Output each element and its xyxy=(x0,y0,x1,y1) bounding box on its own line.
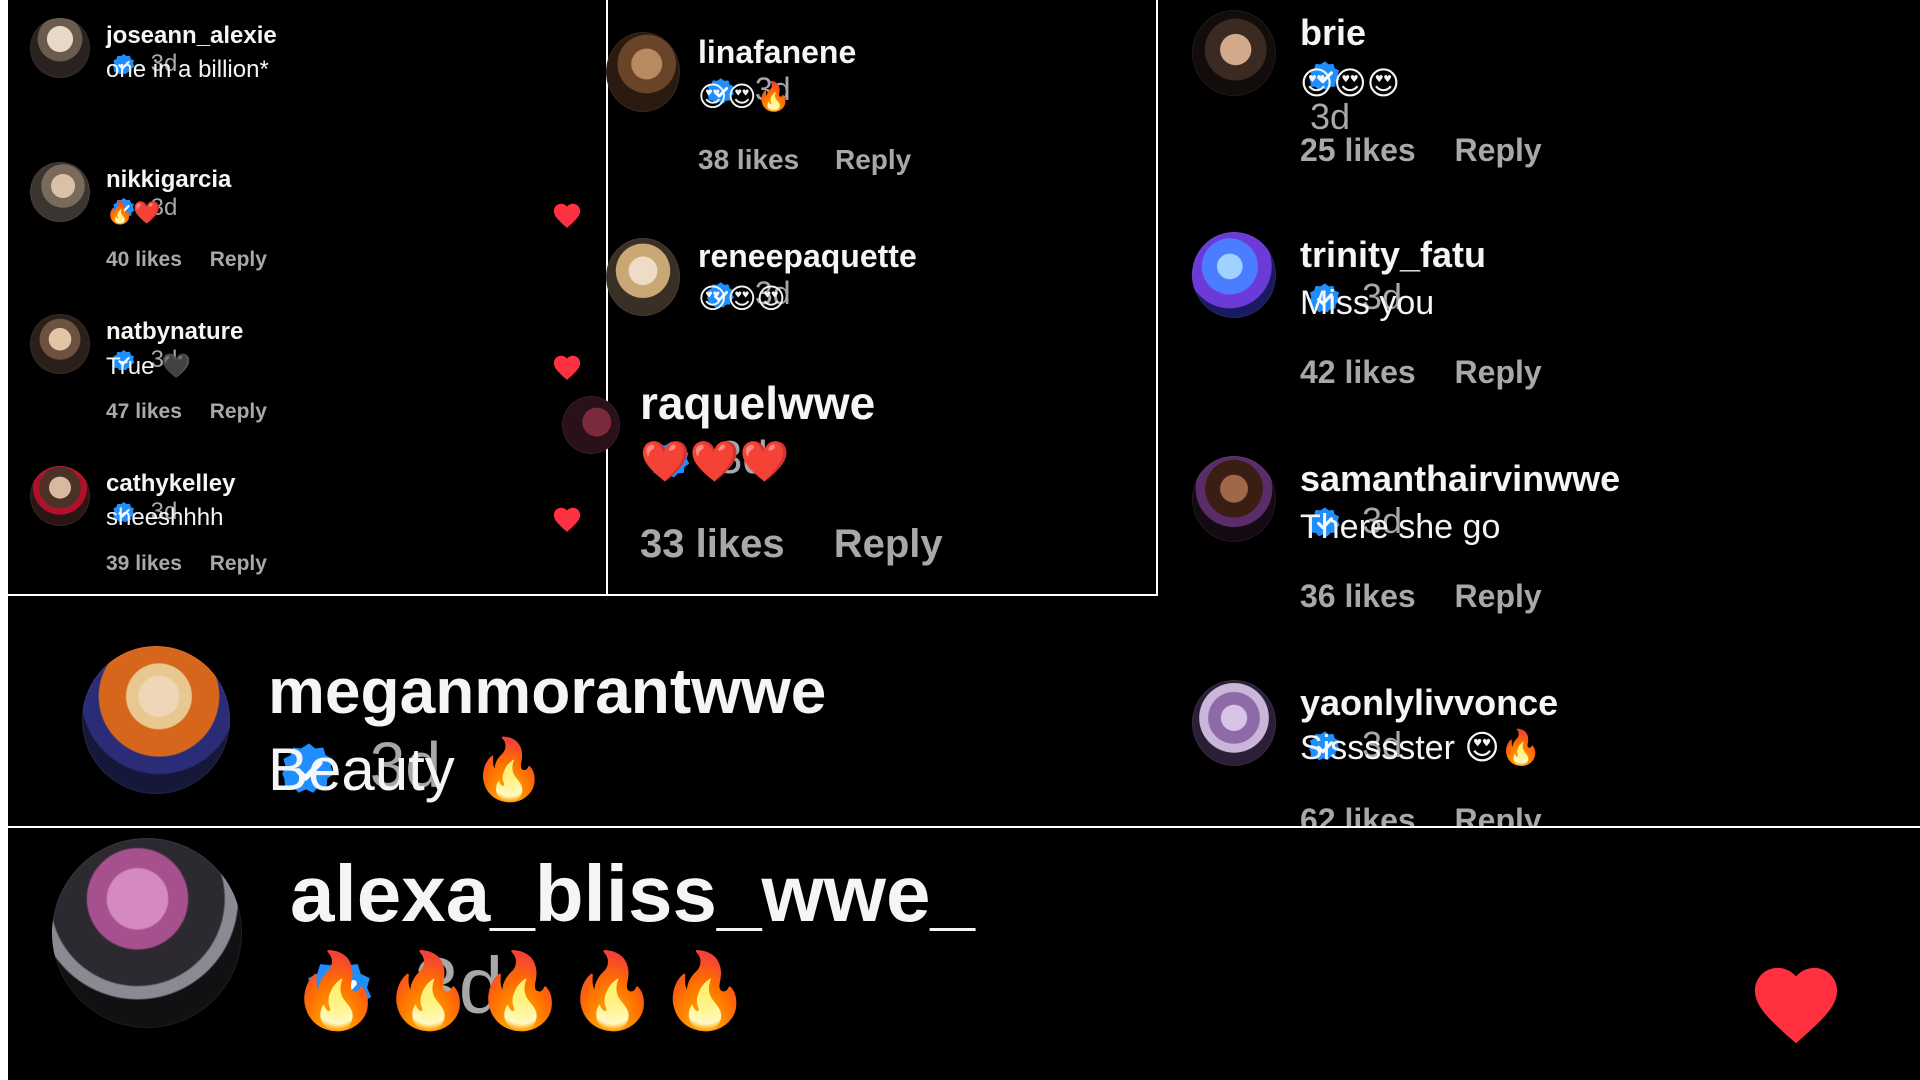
reply-button[interactable]: Reply xyxy=(1455,132,1542,168)
username[interactable]: alexa_bliss_wwe_ xyxy=(290,849,975,938)
like-count[interactable]: 39 likes xyxy=(106,552,182,575)
avatar[interactable] xyxy=(562,396,620,454)
comment-text: 😍😍😍 xyxy=(698,283,786,314)
comment-text: 🔥🔥🔥🔥🔥 xyxy=(290,949,751,1032)
reply-button[interactable]: Reply xyxy=(210,552,267,575)
reply-button[interactable]: Reply xyxy=(210,400,267,423)
username[interactable]: trinity_fatu xyxy=(1300,234,1486,275)
username[interactable]: brie xyxy=(1300,12,1366,53)
username[interactable]: raquelwwe xyxy=(640,377,875,429)
like-count[interactable]: 38 likes xyxy=(698,144,799,175)
comment-text: 😍😍🔥 xyxy=(698,81,792,112)
reply-button[interactable]: Reply xyxy=(1455,354,1542,390)
like-count[interactable]: 25 likes xyxy=(1300,132,1416,168)
reply-button[interactable]: Reply xyxy=(210,248,267,271)
liked-heart-icon[interactable] xyxy=(1748,960,1844,1046)
username[interactable]: joseann_alexie xyxy=(106,22,277,49)
avatar[interactable] xyxy=(1192,10,1276,96)
comment-text: Sissssster 😍🔥 xyxy=(1300,729,1543,767)
like-count[interactable]: 33 likes xyxy=(640,522,785,566)
username[interactable]: nikkigarcia xyxy=(106,166,231,193)
like-count[interactable]: 47 likes xyxy=(106,400,182,423)
avatar[interactable] xyxy=(606,238,680,316)
reply-button[interactable]: Reply xyxy=(1455,802,1542,826)
comment-text: Beauty 🔥 xyxy=(268,736,547,803)
like-count[interactable]: 36 likes xyxy=(1300,578,1416,614)
username[interactable]: cathykelley xyxy=(106,470,235,497)
reply-button[interactable]: Reply xyxy=(834,522,943,566)
username[interactable]: natbynature xyxy=(106,318,243,345)
comment-text: sheeshhhh xyxy=(106,504,224,531)
comment-text: ❤️❤️❤️ xyxy=(640,440,790,484)
comment-text: True 🖤 xyxy=(106,353,192,380)
avatar[interactable] xyxy=(1192,456,1276,542)
avatar[interactable] xyxy=(30,18,90,78)
liked-heart-icon[interactable] xyxy=(552,353,582,381)
comment-text: Miss you xyxy=(1300,284,1435,322)
username[interactable]: samanthairvinwwe xyxy=(1300,458,1620,499)
avatar[interactable] xyxy=(82,646,230,794)
comments-panel-left xyxy=(8,0,606,594)
reply-button[interactable]: Reply xyxy=(1455,578,1542,614)
username[interactable]: yaonlylivvonce xyxy=(1300,682,1558,723)
avatar[interactable] xyxy=(1192,680,1276,766)
comment-text: 😍😍😍 xyxy=(1300,65,1401,101)
avatar[interactable] xyxy=(1192,232,1276,318)
liked-heart-icon[interactable] xyxy=(552,505,582,533)
liked-heart-icon[interactable] xyxy=(552,201,582,229)
like-count[interactable]: 40 likes xyxy=(106,248,182,271)
timestamp: 3d xyxy=(1310,96,1351,137)
like-count[interactable]: 42 likes xyxy=(1300,354,1416,390)
reply-button[interactable]: Reply xyxy=(835,144,911,175)
username[interactable]: linafanene xyxy=(698,34,856,70)
avatar[interactable] xyxy=(30,466,90,526)
avatar[interactable] xyxy=(606,32,680,112)
comment-text: There she go xyxy=(1300,508,1501,546)
username[interactable]: meganmorantwwe xyxy=(268,655,826,727)
comment-text: 🔥❤️ xyxy=(106,200,161,225)
username[interactable]: reneepaquette xyxy=(698,238,917,274)
comment-text: one in a billion* xyxy=(106,56,269,83)
avatar[interactable] xyxy=(30,314,90,374)
avatar[interactable] xyxy=(30,162,90,222)
like-count[interactable]: 62 likes xyxy=(1300,802,1416,826)
avatar[interactable] xyxy=(52,838,242,1028)
